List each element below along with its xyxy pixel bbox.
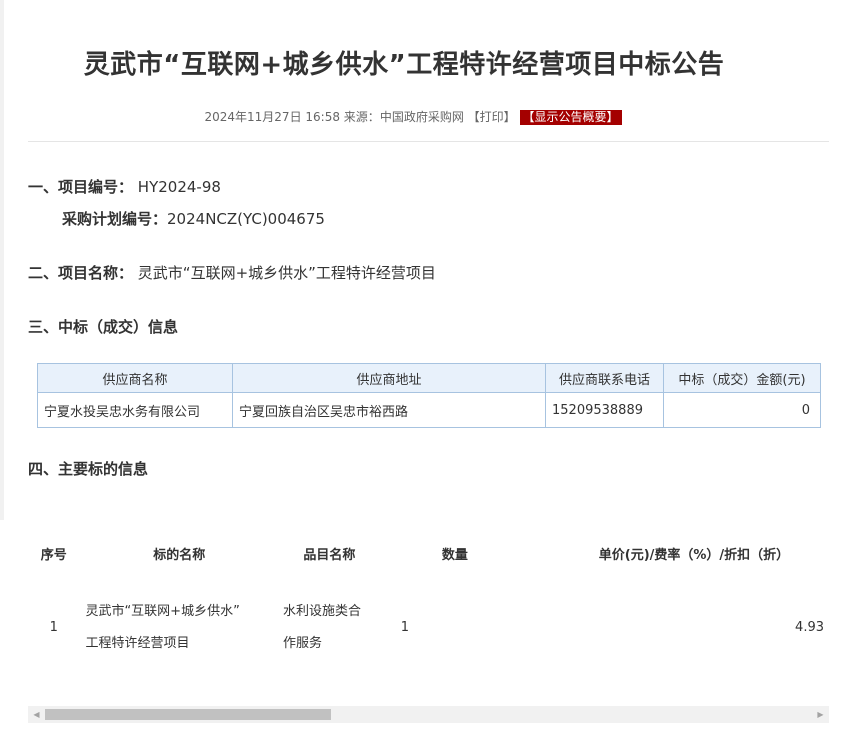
horizontal-scrollbar[interactable]: ◀ ▶ xyxy=(28,706,829,723)
award-info-heading-text: 三、中标（成交）信息 xyxy=(28,318,179,336)
item-category-cell: 水利设施类合 作服务 xyxy=(279,586,380,670)
supplier-table-header: 供应商名称 供应商地址 供应商联系电话 中标（成交）金额(元) xyxy=(37,363,821,393)
plan-number-label: 采购计划编号： xyxy=(62,210,168,228)
project-number-value: HY2024-98 xyxy=(137,178,221,196)
column-header: 中标（成交）金额(元) xyxy=(663,363,821,393)
award-amount-cell: 0 xyxy=(663,392,821,428)
announcement-page: 灵武市“互联网+城乡供水”工程特许经营项目中标公告 2024年11月27日 16… xyxy=(0,0,858,734)
item-index-cell: 1 xyxy=(49,620,58,635)
scroll-right-arrow-icon[interactable]: ▶ xyxy=(812,706,829,723)
supplier-table: 供应商名称 供应商地址 供应商联系电话 中标（成交）金额(元) 宁夏水投吴忠水务… xyxy=(37,363,821,428)
column-header: 单价(元)/费率（%）/折扣（折） xyxy=(598,547,790,563)
publish-datetime: 2024年11月27日 16:58 xyxy=(204,110,340,124)
item-name-line: 灵武市“互联网+城乡供水” xyxy=(85,604,240,619)
show-summary-button[interactable]: 【显示公告概要】 xyxy=(519,110,622,125)
items-table: 序号 标的名称 品目名称 数量 单价(元)/费率（%）/折扣（折） 1 灵武市“… xyxy=(28,520,829,670)
print-link[interactable]: 【打印】 xyxy=(468,110,516,124)
source-label: 来源： xyxy=(343,110,380,124)
main-items-heading: 四、主要标的信息 xyxy=(28,458,148,479)
item-category-line: 水利设施类合 xyxy=(283,604,362,619)
project-number-row: 一、项目编号： HY2024-98 xyxy=(28,176,221,197)
column-header: 供应商名称 xyxy=(37,363,233,393)
supplier-phone-cell: 15209538889 xyxy=(545,392,664,428)
table-row: 1 灵武市“互联网+城乡供水” 工程特许经营项目 水利设施类合 作服务 1 4.… xyxy=(28,586,829,670)
column-header: 序号 xyxy=(40,547,67,563)
award-info-heading: 三、中标（成交）信息 xyxy=(28,316,178,337)
header-divider xyxy=(28,141,829,142)
scroll-left-arrow-icon[interactable]: ◀ xyxy=(28,706,45,723)
column-header: 供应商地址 xyxy=(232,363,546,393)
meta-line: 2024年11月27日 16:58 来源：中国政府采购网 【打印】 【显示公告概… xyxy=(0,108,826,125)
project-name-row: 二、项目名称： 灵武市“互联网+城乡供水”工程特许经营项目 xyxy=(28,262,436,283)
items-table-header: 序号 标的名称 品目名称 数量 单价(元)/费率（%）/折扣（折） xyxy=(28,520,829,586)
item-quantity-cell: 1 xyxy=(400,620,410,635)
items-scroll-area[interactable]: 序号 标的名称 品目名称 数量 单价(元)/费率（%）/折扣（折） 1 灵武市“… xyxy=(28,520,829,720)
item-name-line: 工程特许经营项目 xyxy=(85,636,190,651)
supplier-name-cell: 宁夏水投吴忠水务有限公司 xyxy=(37,392,233,428)
table-row: 宁夏水投吴忠水务有限公司 宁夏回族自治区吴忠市裕西路 15209538889 0 xyxy=(37,392,821,428)
column-header: 数量 xyxy=(441,547,468,563)
column-header: 标的名称 xyxy=(153,547,206,563)
item-price-cell: 4.93 xyxy=(795,620,824,635)
scrollbar-thumb[interactable] xyxy=(45,709,331,720)
page-title: 灵武市“互联网+城乡供水”工程特许经营项目中标公告 xyxy=(83,50,725,80)
plan-number-row: 采购计划编号：2024NCZ(YC)004675 xyxy=(62,208,325,229)
project-name-value: 灵武市“互联网+城乡供水”工程特许经营项目 xyxy=(137,264,436,282)
main-items-heading-text: 四、主要标的信息 xyxy=(28,460,149,478)
item-name-cell: 灵武市“互联网+城乡供水” 工程特许经营项目 xyxy=(79,586,279,670)
column-header: 供应商联系电话 xyxy=(545,363,664,393)
supplier-address-cell: 宁夏回族自治区吴忠市裕西路 xyxy=(232,392,546,428)
plan-number-value: 2024NCZ(YC)004675 xyxy=(167,210,325,228)
column-header: 品目名称 xyxy=(303,547,356,563)
item-category-line: 作服务 xyxy=(283,636,323,651)
source-value: 中国政府采购网 xyxy=(379,110,464,124)
project-number-label: 一、项目编号： xyxy=(28,178,134,196)
project-name-label: 二、项目名称： xyxy=(28,264,134,282)
